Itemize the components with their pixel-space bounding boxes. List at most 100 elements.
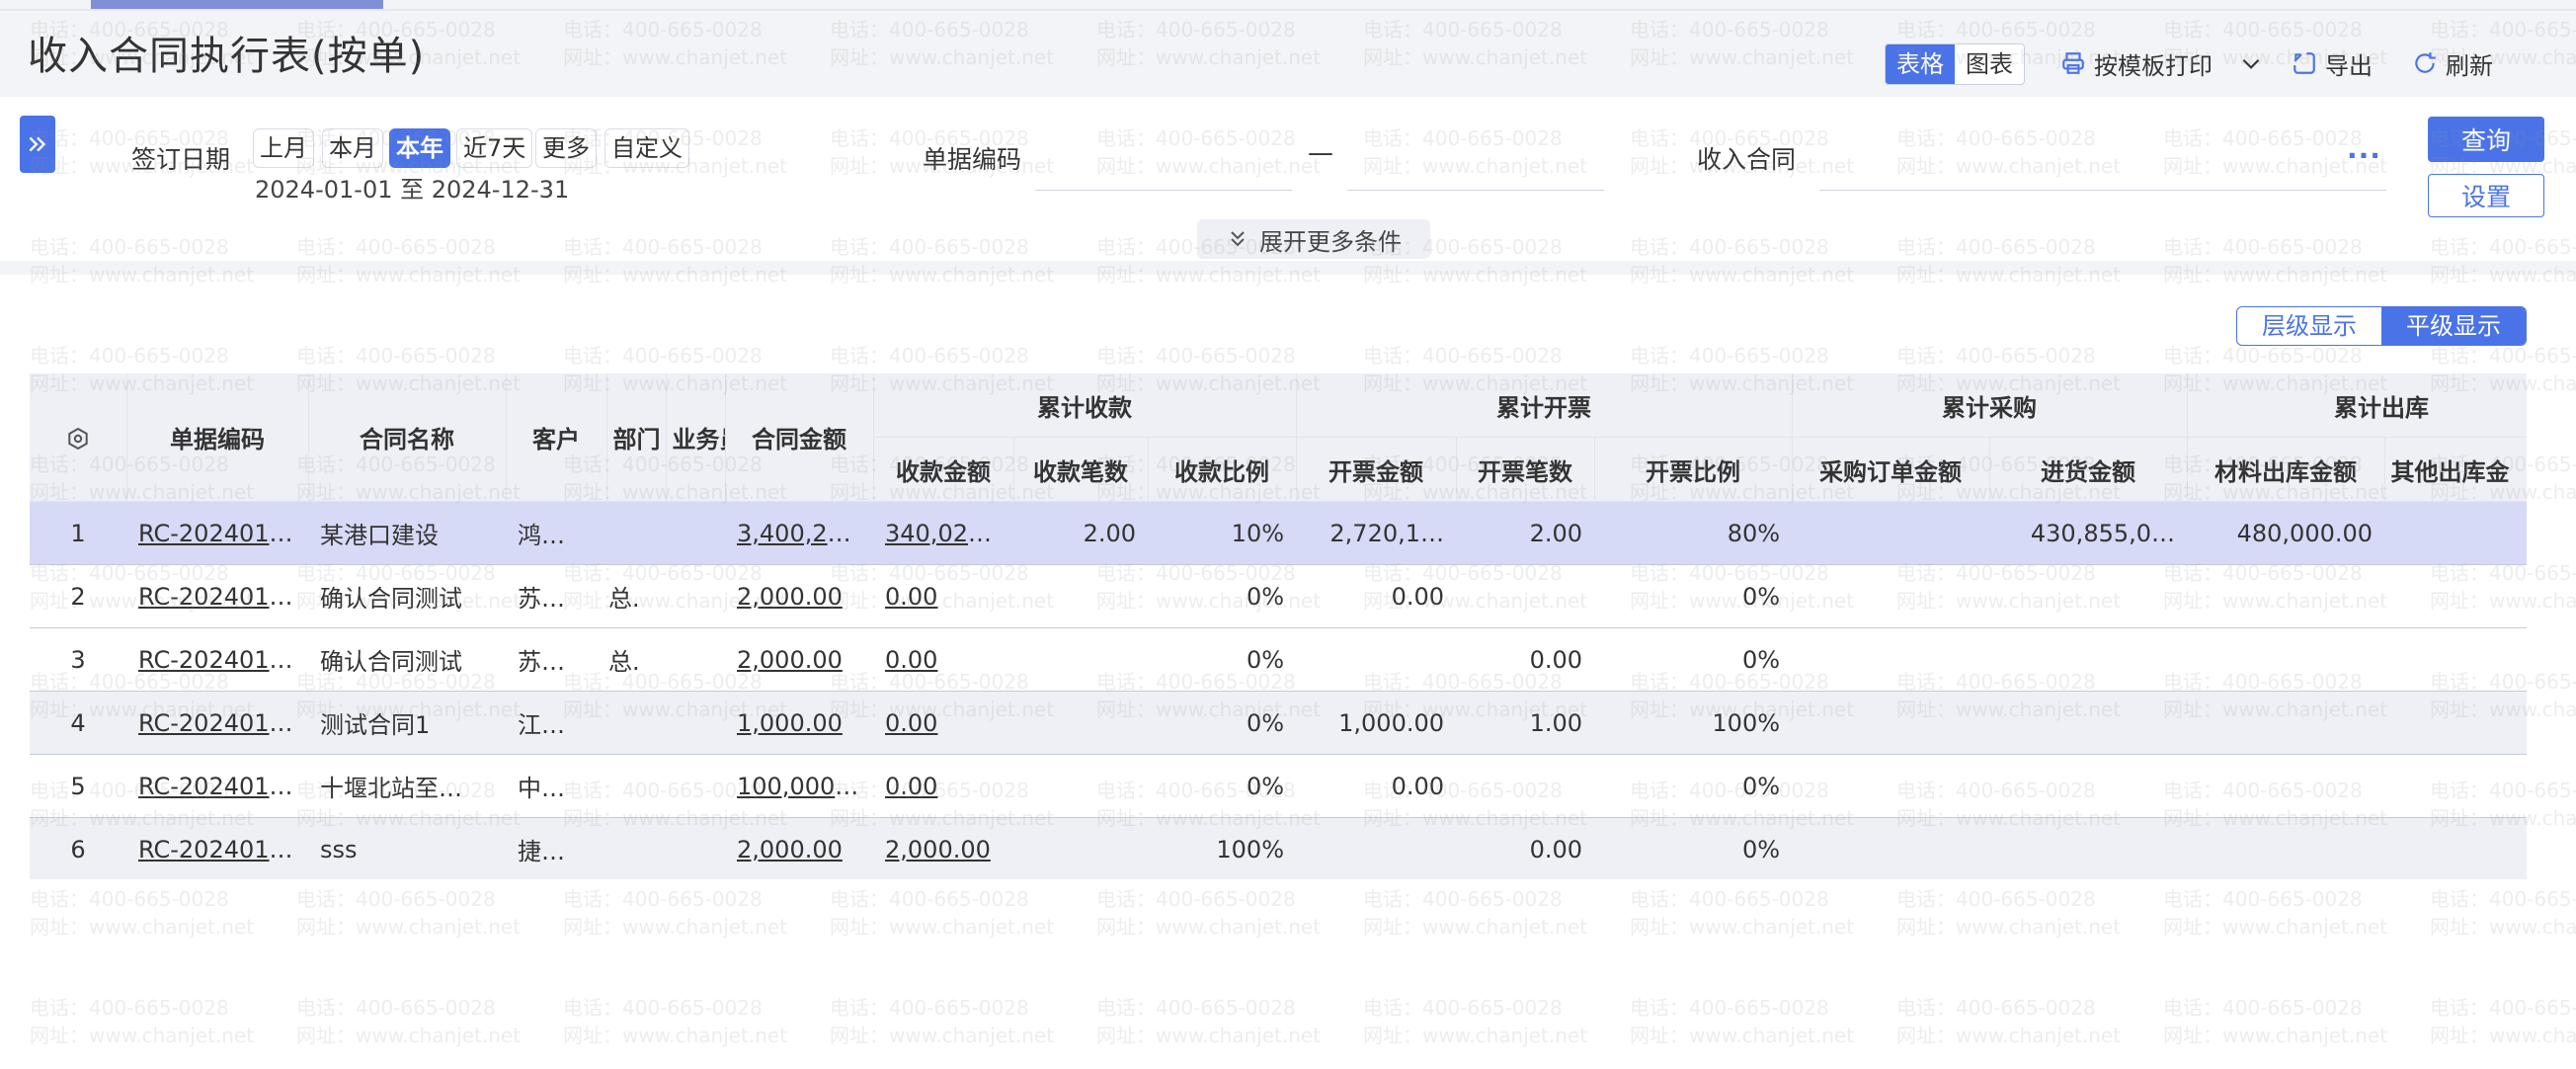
expand-sidebar-button[interactable] bbox=[20, 116, 55, 173]
export-icon bbox=[2292, 50, 2317, 76]
table-row[interactable]: 1 RC-20240106 某港口建设 鸿… 3,400,230. 340,02… bbox=[30, 501, 2527, 565]
date-option-last-7-days[interactable]: 近7天 bbox=[456, 128, 533, 168]
header-receipt-amount[interactable]: 收款金额 bbox=[873, 437, 1014, 502]
contract-name-cell: 确认合同测试 bbox=[308, 627, 506, 692]
watermark-text: 电话：400-665-0028网址：www.chanjet.net bbox=[830, 887, 1055, 939]
receipt-amount-link[interactable]: 0.00 bbox=[885, 583, 937, 611]
view-table-button[interactable]: 表格 bbox=[1886, 44, 1955, 84]
contract-amount-link[interactable]: 100,000.00 bbox=[737, 773, 872, 800]
date-option-custom[interactable]: 自定义 bbox=[604, 128, 689, 168]
header-po-amount[interactable]: 采购订单金额 bbox=[1792, 437, 1990, 502]
contract-picker-button[interactable]: ... bbox=[2347, 132, 2381, 165]
row-number: 5 bbox=[30, 754, 126, 818]
contract-amount-link[interactable]: 2,000.00 bbox=[737, 646, 843, 674]
customer-cell: 捷… bbox=[506, 817, 606, 879]
watermark-text: 电话：400-665-0028网址：www.chanjet.net bbox=[296, 887, 522, 939]
customer-cell: 中… bbox=[506, 754, 606, 818]
contract-amount-link[interactable]: 2,000.00 bbox=[737, 836, 843, 863]
double-chevron-down-icon bbox=[1231, 231, 1245, 247]
settings-button[interactable]: 设置 bbox=[2428, 174, 2544, 217]
header-receipt-ratio[interactable]: 收款比例 bbox=[1148, 437, 1297, 502]
income-contract-input[interactable] bbox=[1819, 144, 2386, 191]
table-row[interactable]: 5 RC-20240129 十堰北站至… 中… 100,000.00 0.00 … bbox=[30, 754, 2527, 818]
invoice-count-cell: 0.00 bbox=[1456, 817, 1595, 879]
invoice-ratio-cell: 0% bbox=[1594, 564, 1793, 628]
refresh-icon bbox=[2412, 50, 2438, 76]
header-customer[interactable]: 客户 bbox=[506, 373, 607, 502]
customer-cell: 苏… bbox=[506, 564, 606, 628]
view-chart-button[interactable]: 图表 bbox=[1955, 44, 2024, 84]
table-row[interactable]: 6 RC-20240129 sss 捷… 2,000.00 2,000.00 1… bbox=[30, 817, 2527, 879]
other-out-cell bbox=[2384, 691, 2527, 755]
receipt-amount-link[interactable]: 0.00 bbox=[885, 646, 937, 674]
header-contract-amount[interactable]: 合同金额 bbox=[725, 373, 874, 502]
chevron-down-icon bbox=[2238, 50, 2264, 76]
watermark-text: 电话：400-665-0028网址：www.chanjet.net bbox=[2163, 887, 2388, 939]
header-purchase-amount[interactable]: 进货金额 bbox=[1989, 437, 2188, 502]
doc-code-from-input[interactable] bbox=[1035, 144, 1292, 191]
print-options-dropdown[interactable] bbox=[2238, 43, 2272, 83]
watermark-text: 电话：400-665-0028网址：www.chanjet.net bbox=[2430, 996, 2576, 1047]
receipt-amount-link[interactable]: 0.00 bbox=[885, 709, 937, 737]
group-header-receipts: 累计收款 bbox=[873, 373, 1297, 438]
receipt-amount-link[interactable]: 340,023.0 bbox=[885, 520, 1006, 547]
watermark-text: 电话：400-665-0028网址：www.chanjet.net bbox=[563, 887, 788, 939]
group-header-outbound: 累计出库 bbox=[2187, 373, 2527, 438]
hierarchical-display-button[interactable]: 层级显示 bbox=[2237, 307, 2381, 345]
receipt-ratio-cell: 10% bbox=[1148, 501, 1297, 565]
gear-icon[interactable] bbox=[66, 424, 90, 452]
receipt-amount-link[interactable]: 0.00 bbox=[885, 773, 937, 800]
receipt-amount-link[interactable]: 2,000.00 bbox=[885, 836, 991, 863]
query-button[interactable]: 查询 bbox=[2428, 117, 2544, 162]
header-invoice-count[interactable]: 开票笔数 bbox=[1456, 437, 1595, 502]
header-material-out-amount[interactable]: 材料出库金额 bbox=[2187, 437, 2385, 502]
header-invoice-ratio[interactable]: 开票比例 bbox=[1594, 437, 1793, 502]
purchase-amount-cell bbox=[1989, 754, 2188, 818]
expand-more-conditions-button[interactable]: 展开更多条件 bbox=[1197, 219, 1430, 259]
date-option-more[interactable]: 更多 bbox=[535, 128, 597, 168]
top-tab-indicator bbox=[91, 0, 383, 9]
material-out-cell bbox=[2187, 817, 2385, 879]
purchase-amount-cell bbox=[1989, 691, 2188, 755]
header-other-out-amount[interactable]: 其他出库金 bbox=[2384, 437, 2527, 502]
table-row[interactable]: 4 RC-20240124 测试合同1 江… 1,000.00 0.00 0% … bbox=[30, 691, 2527, 755]
expand-more-conditions-label: 展开更多条件 bbox=[1259, 227, 1402, 256]
date-option-this-month[interactable]: 本月 bbox=[322, 128, 383, 168]
date-option-this-year[interactable]: 本年 bbox=[389, 128, 450, 168]
settings-column-header[interactable] bbox=[30, 373, 127, 502]
doc-code-to-input[interactable] bbox=[1347, 144, 1604, 191]
double-chevron-right-icon bbox=[29, 136, 46, 152]
group-header-invoices: 累计开票 bbox=[1296, 373, 1793, 438]
doc-code-link[interactable]: RC-20240117- bbox=[138, 646, 308, 674]
doc-code-link[interactable]: RC-20240117- bbox=[138, 583, 308, 611]
receipt-ratio-cell: 0% bbox=[1148, 627, 1297, 692]
header-contract-name[interactable]: 合同名称 bbox=[308, 373, 507, 502]
table-row[interactable]: 3 RC-20240117- 确认合同测试 苏… 总. 2,000.00 0.0… bbox=[30, 627, 2527, 692]
doc-code-link[interactable]: RC-20240124 bbox=[138, 709, 299, 737]
header-receipt-count[interactable]: 收款笔数 bbox=[1013, 437, 1149, 502]
receipt-ratio-cell: 0% bbox=[1148, 691, 1297, 755]
row-number: 2 bbox=[30, 564, 126, 628]
doc-code-link[interactable]: RC-20240129 bbox=[138, 773, 299, 800]
doc-code-link[interactable]: RC-20240106 bbox=[138, 520, 299, 547]
header-invoice-amount[interactable]: 开票金额 bbox=[1296, 437, 1457, 502]
export-label: 导出 bbox=[2325, 51, 2373, 80]
date-option-last-month[interactable]: 上月 bbox=[253, 128, 314, 168]
receipt-count-cell bbox=[1013, 817, 1148, 879]
contract-amount-link[interactable]: 1,000.00 bbox=[737, 709, 843, 737]
print-template-button[interactable]: 按模板打印 bbox=[2060, 43, 2213, 83]
export-button[interactable]: 导出 bbox=[2292, 43, 2373, 83]
other-out-cell bbox=[2384, 564, 2527, 628]
table-row[interactable]: 2 RC-20240117- 确认合同测试 苏… 总. 2,000.00 0.0… bbox=[30, 564, 2527, 628]
contract-amount-link[interactable]: 3,400,230. bbox=[737, 520, 865, 547]
contract-amount-link[interactable]: 2,000.00 bbox=[737, 583, 843, 611]
header-salesman[interactable]: 业务员 bbox=[666, 373, 726, 502]
invoice-count-cell: 1.00 bbox=[1456, 691, 1595, 755]
salesman-cell bbox=[666, 691, 725, 755]
header-department[interactable]: 部门 bbox=[606, 373, 667, 502]
doc-code-link[interactable]: RC-20240129 bbox=[138, 836, 299, 863]
header-doc-code[interactable]: 单据编码 bbox=[126, 373, 309, 502]
receipt-count-cell: 2.00 bbox=[1013, 501, 1148, 565]
flat-display-button[interactable]: 平级显示 bbox=[2381, 307, 2526, 345]
refresh-button[interactable]: 刷新 bbox=[2412, 43, 2493, 83]
